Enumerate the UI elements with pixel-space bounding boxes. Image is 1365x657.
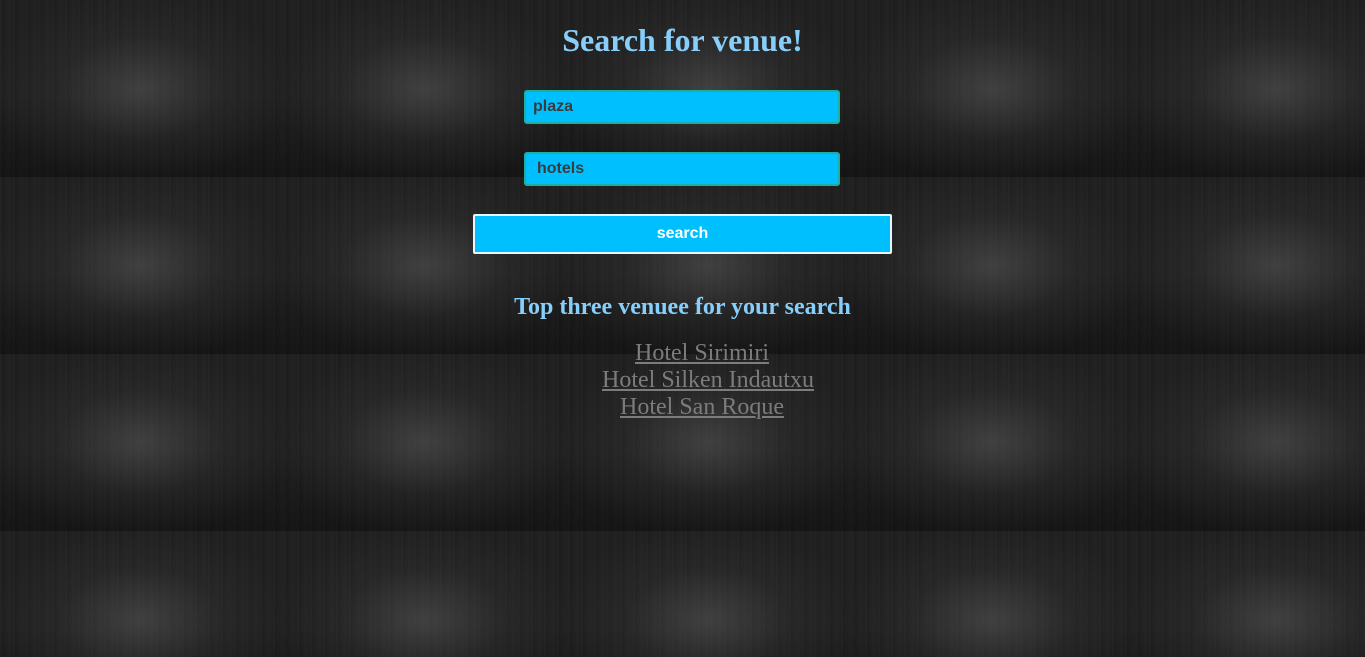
- page-title: Search for venue!: [562, 22, 803, 58]
- list-item: Hotel Silken Indautxu: [602, 367, 814, 394]
- results-heading: Top three venuee for your search: [514, 294, 851, 320]
- search-button[interactable]: search: [473, 214, 892, 254]
- list-item: Hotel San Roque: [602, 394, 802, 421]
- result-link-hotel-sirimiri[interactable]: Hotel Sirimiri: [635, 340, 769, 366]
- list-item: Hotel Sirimiri: [602, 340, 802, 367]
- venue-search-input[interactable]: [524, 90, 840, 124]
- result-link-hotel-silken-indautxu[interactable]: Hotel Silken Indautxu: [602, 367, 814, 393]
- result-link-hotel-san-roque[interactable]: Hotel San Roque: [620, 394, 784, 420]
- venue-type-input[interactable]: [524, 152, 840, 186]
- results-list: Hotel Sirimiri Hotel Silken Indautxu Hot…: [602, 340, 814, 421]
